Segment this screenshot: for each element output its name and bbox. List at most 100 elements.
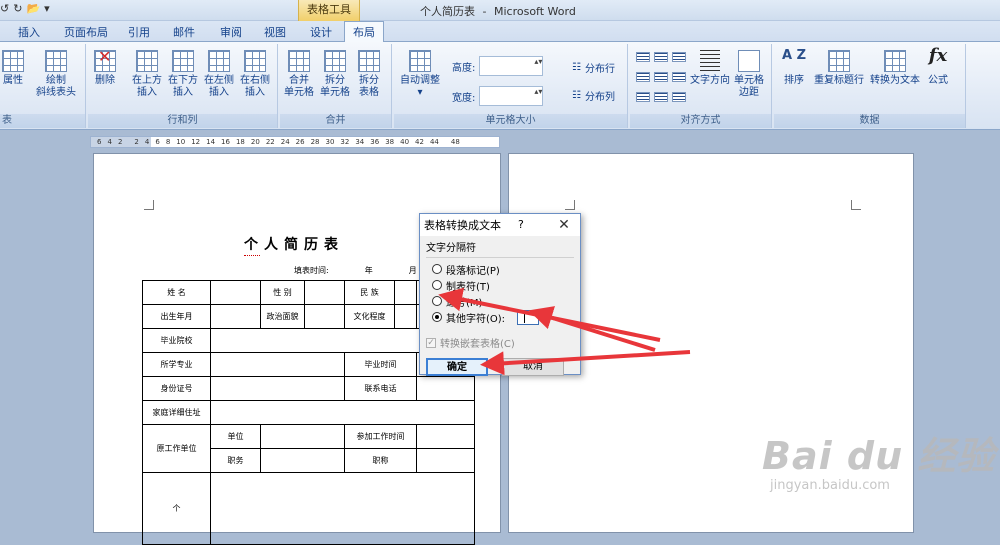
table-cell[interactable]: 所学专业 [142,352,211,377]
align-top-left-icon[interactable] [636,52,650,62]
tab-design[interactable]: 设计 [310,24,332,40]
width-spinner[interactable] [479,86,544,106]
table-cell[interactable]: 姓 名 [142,280,211,305]
repeat-header-button[interactable]: 重复标题行 [814,50,864,87]
convert-to-text-icon [884,50,906,72]
table-cell[interactable] [210,472,475,545]
align-middle-center-icon[interactable] [654,72,668,82]
tab-mailings[interactable]: 邮件 [173,24,195,40]
table-cell[interactable] [416,448,475,473]
table-cell[interactable] [210,304,261,329]
redo-icon[interactable]: ↻ [13,2,22,15]
align-bottom-left-icon[interactable] [636,92,650,102]
tab-references[interactable]: 引用 [128,24,150,40]
properties-button[interactable]: 属性 [2,50,24,87]
window-title: 个人简历表 - Microsoft Word [420,3,580,19]
split-table-line1: 拆分 [359,75,379,86]
undo-icon[interactable]: ↺ [0,2,9,15]
table-cell[interactable]: 身份证号 [142,376,211,401]
distribute-rows-icon: ☷ [572,62,581,73]
align-top-center-icon[interactable] [654,52,668,62]
delete-button[interactable]: 删除 [94,50,116,87]
table-cell[interactable] [394,280,417,305]
table-cell[interactable]: 联系电话 [344,376,417,401]
split-table-button[interactable]: 拆分 表格 [358,50,380,99]
height-spinner[interactable] [479,56,544,76]
dialog-titlebar[interactable]: 表格转换成文本 ? ✕ [420,214,580,236]
group-merge: 合并 单元格 拆分 单元格 拆分 表格 合并 [280,44,392,128]
cancel-button[interactable]: 取消 [502,358,564,376]
repeat-header-icon [828,50,850,72]
convert-to-text-button[interactable]: 转换为文本 [870,50,920,87]
table-cell[interactable] [260,424,345,449]
insert-below-button[interactable]: 在下方 插入 [168,50,198,99]
tab-review[interactable]: 审阅 [220,24,242,40]
table-cell[interactable]: 政治面貌 [260,304,305,329]
table-cell[interactable]: 单位 [210,424,261,449]
distribute-cols-button[interactable]: ☷ 分布列 [572,88,615,103]
other-char-input[interactable] [517,309,540,325]
convert-nested-tables-checkbox[interactable]: ✓ 转换嵌套表格(C) [426,335,574,350]
autofit-button[interactable]: 自动调整 ▾ [400,50,440,99]
tab-layout[interactable]: 布局 [344,21,384,43]
formula-button[interactable]: fx 公式 [928,45,948,87]
distribute-rows-button[interactable]: ☷ 分布行 [572,60,615,75]
fill-time-line[interactable]: 填表时间: 年 月 [294,265,417,276]
document-heading[interactable]: 个人简历表 [244,234,344,256]
insert-left-button[interactable]: 在左侧 插入 [204,50,234,99]
table-cell[interactable]: 个 [142,472,211,545]
table-cell[interactable]: 性 别 [260,280,305,305]
table-cell[interactable] [210,400,475,425]
radio-tab[interactable]: 制表符(T) [426,277,574,293]
table-cell[interactable]: 出生年月 [142,304,211,329]
open-icon[interactable]: 📂 [26,2,40,15]
tab-view[interactable]: 视图 [264,24,286,40]
table-cell[interactable] [416,376,475,401]
table-cell[interactable]: 毕业时间 [344,352,417,377]
cell-margins-button[interactable]: 单元格 边距 [734,50,764,99]
table-cell[interactable]: 职务 [210,448,261,473]
table-cell[interactable]: 家庭详细住址 [142,400,211,425]
draw-diagonal-header-button[interactable]: 绘制 斜线表头 [36,50,76,99]
close-button[interactable]: ✕ [552,215,576,235]
ruler-tick-label: 10 [176,138,186,146]
table-cell[interactable] [304,280,345,305]
table-cell[interactable]: 原工作单位 [142,424,211,473]
table-cell[interactable] [260,448,345,473]
insert-above-button[interactable]: 在上方 插入 [132,50,162,99]
align-middle-left-icon[interactable] [636,72,650,82]
table-cell[interactable] [394,304,417,329]
customize-qat-icon[interactable]: ▾ [44,2,50,15]
table-cell[interactable] [210,376,345,401]
sort-button[interactable]: A Z 排序 [782,49,806,87]
merge-cells-button[interactable]: 合并 单元格 [284,50,314,99]
tab-insert[interactable]: 插入 [18,24,40,40]
ok-button[interactable]: 确定 [426,358,488,376]
formula-icon: fx [928,45,948,66]
align-top-right-icon[interactable] [672,52,686,62]
table-cell[interactable]: 参加工作时间 [344,424,417,449]
table-cell[interactable]: 文化程度 [344,304,395,329]
table-cell[interactable]: 民 族 [344,280,395,305]
radio-other-char[interactable]: 其他字符(O): [426,309,574,325]
horizontal-ruler[interactable]: 6 4 2 2 4 6 8 10 12 14 16 18 20 22 24 26 28 30 32 34 36 38 40 4… [90,136,500,148]
tab-page-layout[interactable]: 页面布局 [64,24,108,40]
split-cells-button[interactable]: 拆分 单元格 [320,50,350,99]
align-bottom-center-icon[interactable] [654,92,668,102]
text-direction-button[interactable]: 文字方向 [690,50,730,87]
align-bottom-right-icon[interactable] [672,92,686,102]
radio-paragraph-mark[interactable]: 段落标记(P) [426,261,574,277]
table-cell[interactable]: 毕业院校 [142,328,211,353]
table-cell[interactable]: 职称 [344,448,417,473]
table-cell[interactable] [210,352,345,377]
align-middle-right-icon[interactable] [672,72,686,82]
distribute-cols-icon: ☷ [572,90,581,101]
radio-comma[interactable]: 逗号(M) [426,293,574,309]
table-cell[interactable] [416,424,475,449]
table-cell[interactable] [210,280,261,305]
table-cell[interactable] [304,304,345,329]
insert-right-button[interactable]: 在右侧 插入 [240,50,270,99]
table-row: 原工作单位 单位 参加工作时间 [142,424,475,473]
insert-above-line2: 插入 [137,87,157,98]
help-button[interactable]: ? [518,218,524,231]
